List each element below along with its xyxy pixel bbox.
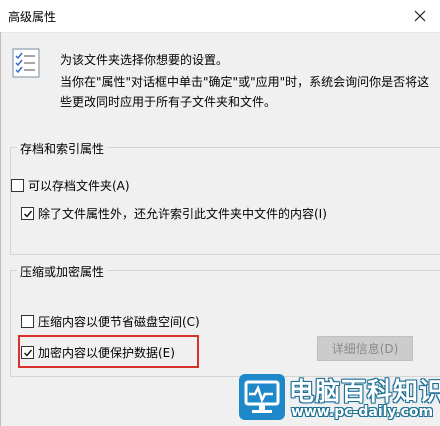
watermark: 电脑百科知识 www.pc-daily.com: [233, 368, 440, 426]
window-edge: [0, 32, 1, 426]
encrypt-label: 加密内容以便保护数据(E): [38, 346, 175, 360]
intro-text: 为该文件夹选择你想要的设置。: [60, 53, 229, 67]
watermark-url: www.pc-daily.com: [291, 404, 434, 420]
encrypt-checkbox[interactable]: [21, 346, 34, 359]
checkmark-icon: [23, 210, 32, 218]
title-bar: 高级属性: [0, 0, 440, 33]
checkmark-icon: [23, 349, 32, 357]
details-button[interactable]: 详细信息(D): [317, 336, 413, 361]
close-button[interactable]: [408, 4, 432, 28]
index-content-checkbox[interactable]: [21, 207, 34, 220]
encrypt-option[interactable]: 加密内容以便保护数据(E): [21, 344, 175, 361]
archive-folder-option[interactable]: 可以存档文件夹(A): [11, 177, 130, 194]
properties-list-icon: [12, 48, 40, 78]
archive-index-group: 存档和索引属性: [10, 140, 440, 255]
compress-option[interactable]: 压缩内容以便节省磁盘空间(C): [21, 313, 200, 330]
watermark-title: 电脑百科知识: [289, 377, 440, 406]
close-icon: [414, 10, 426, 22]
compress-group-label: 压缩或加密属性: [17, 263, 108, 280]
archive-folder-checkbox[interactable]: [11, 179, 24, 192]
archive-group-label: 存档和索引属性: [17, 140, 108, 157]
dialog-title: 高级属性: [8, 10, 57, 24]
index-content-label: 除了文件属性外，还允许索引此文件夹中文件的内容(I): [38, 207, 327, 221]
compress-label: 压缩内容以便节省磁盘空间(C): [38, 315, 200, 329]
archive-folder-label: 可以存档文件夹(A): [28, 179, 130, 193]
compress-checkbox[interactable]: [21, 315, 34, 328]
intro-description: 当你在"属性"对话框中单击"确定"或"应用"时，系统会询问你是否将这些更改同时应…: [60, 75, 430, 109]
monitor-pulse-icon: [239, 374, 285, 420]
index-content-option[interactable]: 除了文件属性外，还允许索引此文件夹中文件的内容(I): [21, 205, 327, 222]
